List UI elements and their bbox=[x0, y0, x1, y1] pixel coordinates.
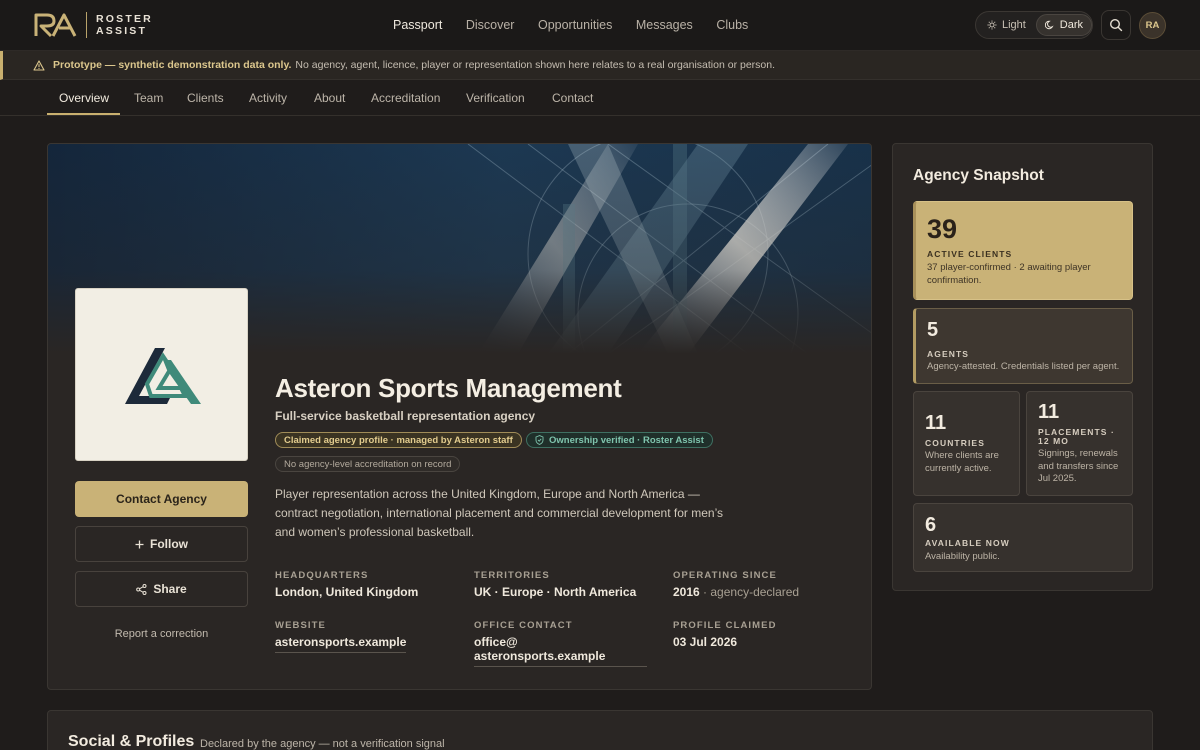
logo-line-2: ASSIST bbox=[96, 25, 148, 37]
agents-value: 5 bbox=[927, 319, 939, 341]
tab-verification[interactable]: Verification bbox=[466, 91, 525, 105]
claimed-profile-badge: Claimed agency profile · managed by Aste… bbox=[275, 432, 522, 448]
nav-clubs[interactable]: Clubs bbox=[716, 18, 748, 32]
tab-contact[interactable]: Contact bbox=[552, 91, 593, 105]
shield-check-icon bbox=[535, 435, 544, 445]
report-correction-link[interactable]: Report a correction bbox=[75, 628, 248, 640]
tab-clients[interactable]: Clients bbox=[187, 91, 224, 105]
agency-logo bbox=[75, 288, 248, 461]
agents-label: AGENTS bbox=[927, 349, 970, 359]
contact-agency-button[interactable]: Contact Agency bbox=[75, 481, 248, 517]
social-section-subtitle: Declared by the agency — not a verificat… bbox=[200, 738, 445, 750]
operating-since-value: 2016 · agency-declared bbox=[673, 585, 799, 599]
placements-stat[interactable]: 11 PLACEMENTS · 12 MO Signings, renewals… bbox=[1026, 391, 1133, 496]
theme-light-label: Light bbox=[1002, 19, 1026, 31]
office-contact-line-1: office@ bbox=[474, 635, 518, 649]
top-bar: ROSTER ASSIST Passport Discover Opportun… bbox=[0, 0, 1200, 51]
tab-overview[interactable]: Overview bbox=[59, 91, 109, 105]
hq-value: London, United Kingdom bbox=[275, 585, 419, 599]
accreditation-badge: No agency-level accreditation on record bbox=[275, 456, 461, 472]
banner-strong-text: Prototype — synthetic demonstration data… bbox=[53, 59, 292, 71]
search-button[interactable] bbox=[1101, 10, 1131, 40]
office-contact-label: OFFICE CONTACT bbox=[474, 620, 573, 631]
agency-description: Player representation across the United … bbox=[275, 487, 724, 539]
countries-stat[interactable]: 11 COUNTRIES Where clients are currently… bbox=[913, 391, 1020, 496]
tab-accreditation[interactable]: Accreditation bbox=[371, 91, 440, 105]
search-icon bbox=[1109, 18, 1123, 32]
main-nav: Passport Discover Opportunities Messages… bbox=[393, 18, 772, 32]
tab-team[interactable]: Team bbox=[134, 91, 163, 105]
claimed-badge-label: Claimed agency profile · managed by Aste… bbox=[284, 434, 513, 446]
nav-messages[interactable]: Messages bbox=[636, 18, 693, 32]
follow-button[interactable]: Follow bbox=[75, 526, 248, 562]
logo-divider bbox=[86, 12, 87, 38]
tab-about[interactable]: About bbox=[314, 91, 345, 105]
user-avatar[interactable]: RA bbox=[1139, 12, 1166, 39]
territories-value: UK · Europe · North America bbox=[474, 585, 637, 599]
office-contact-line-2: asteronsports.example bbox=[474, 649, 606, 663]
hq-label: HEADQUARTERS bbox=[275, 570, 369, 581]
follow-label: Follow bbox=[150, 537, 188, 551]
theme-toggle: Light Dark bbox=[975, 11, 1093, 39]
theme-dark-label: Dark bbox=[1059, 19, 1083, 31]
available-now-sub: Availability public. bbox=[925, 551, 1000, 562]
theme-dark-option[interactable]: Dark bbox=[1036, 14, 1092, 36]
accreditation-badge-label: No agency-level accreditation on record bbox=[284, 458, 452, 470]
share-label: Share bbox=[153, 582, 187, 596]
available-now-stat[interactable]: 6 AVAILABLE NOW Availability public. bbox=[913, 503, 1133, 572]
nav-passport[interactable]: Passport bbox=[393, 18, 442, 32]
share-icon bbox=[136, 583, 147, 595]
asteron-logo-mark-icon bbox=[124, 347, 201, 404]
profile-tabs: Overview Team Clients Activity About Acc… bbox=[0, 80, 1200, 116]
available-now-label: AVAILABLE NOW bbox=[925, 538, 1010, 548]
logo-wordmark: ROSTER ASSIST bbox=[96, 13, 153, 37]
active-clients-value: 39 bbox=[927, 214, 958, 244]
roster-assist-logo[interactable]: ROSTER ASSIST bbox=[33, 12, 153, 38]
agency-tagline: Full-service basketball representation a… bbox=[275, 409, 536, 423]
agency-profile-card: Asteron Sports Management Full-service b… bbox=[47, 143, 872, 690]
available-now-value: 6 bbox=[925, 514, 937, 536]
verified-badge-label: Ownership verified · Roster Assist bbox=[549, 434, 704, 446]
active-clients-sub: 37 player-confirmed · 2 awaiting player … bbox=[927, 262, 1091, 286]
warning-icon bbox=[33, 59, 45, 71]
nav-discover[interactable]: Discover bbox=[466, 18, 515, 32]
tab-activity[interactable]: Activity bbox=[249, 91, 287, 105]
placements-value: 11 bbox=[1038, 401, 1060, 423]
logo-line-1: ROSTER bbox=[96, 13, 153, 25]
nav-opportunities[interactable]: Opportunities bbox=[538, 18, 612, 32]
website-label: WEBSITE bbox=[275, 620, 326, 631]
countries-value: 11 bbox=[925, 412, 947, 434]
countries-sub: Where clients are currently active. bbox=[925, 450, 999, 474]
ownership-verified-badge: Ownership verified · Roster Assist bbox=[526, 432, 713, 448]
operating-since-note: · agency-declared bbox=[703, 585, 800, 599]
website-link[interactable]: asteronsports.example bbox=[275, 635, 406, 653]
placements-label: PLACEMENTS · 12 MO bbox=[1038, 427, 1115, 446]
profile-claimed-label: PROFILE CLAIMED bbox=[673, 620, 777, 631]
agents-sub: Agency-attested. Credentials listed per … bbox=[927, 361, 1120, 372]
operating-since-year: 2016 bbox=[673, 585, 700, 599]
agents-stat[interactable]: 5 AGENTS Agency-attested. Credentials li… bbox=[913, 308, 1133, 384]
placements-sub: Signings, renewals and transfers since J… bbox=[1038, 448, 1119, 484]
prototype-banner: Prototype — synthetic demonstration data… bbox=[0, 51, 1200, 80]
banner-text: No agency, agent, licence, player or rep… bbox=[295, 59, 776, 71]
social-section-title: Social & Profiles bbox=[68, 733, 195, 750]
office-contact-link[interactable]: office@ asteronsports.example bbox=[474, 635, 647, 667]
plus-icon bbox=[135, 540, 144, 548]
sun-icon bbox=[987, 20, 997, 30]
territories-label: TERRITORIES bbox=[474, 570, 550, 581]
active-clients-stat[interactable]: 39 ACTIVE CLIENTS 37 player-confirmed · … bbox=[913, 201, 1133, 300]
share-button[interactable]: Share bbox=[75, 571, 248, 607]
ra-monogram-icon bbox=[34, 13, 77, 38]
agency-snapshot-panel: Agency Snapshot 39 ACTIVE CLIENTS 37 pla… bbox=[892, 143, 1153, 591]
profile-claimed-value: 03 Jul 2026 bbox=[673, 635, 738, 649]
agency-name: Asteron Sports Management bbox=[275, 373, 622, 403]
snapshot-title: Agency Snapshot bbox=[913, 167, 1044, 184]
countries-label: COUNTRIES bbox=[925, 438, 985, 448]
moon-icon bbox=[1045, 20, 1054, 30]
operating-since-label: OPERATING SINCE bbox=[673, 570, 777, 581]
theme-light-option[interactable]: Light bbox=[979, 14, 1034, 36]
social-profiles-section: Social & Profiles Declared by the agency… bbox=[47, 710, 1153, 750]
active-clients-label: ACTIVE CLIENTS bbox=[927, 249, 1013, 259]
active-tab-indicator bbox=[47, 113, 120, 115]
